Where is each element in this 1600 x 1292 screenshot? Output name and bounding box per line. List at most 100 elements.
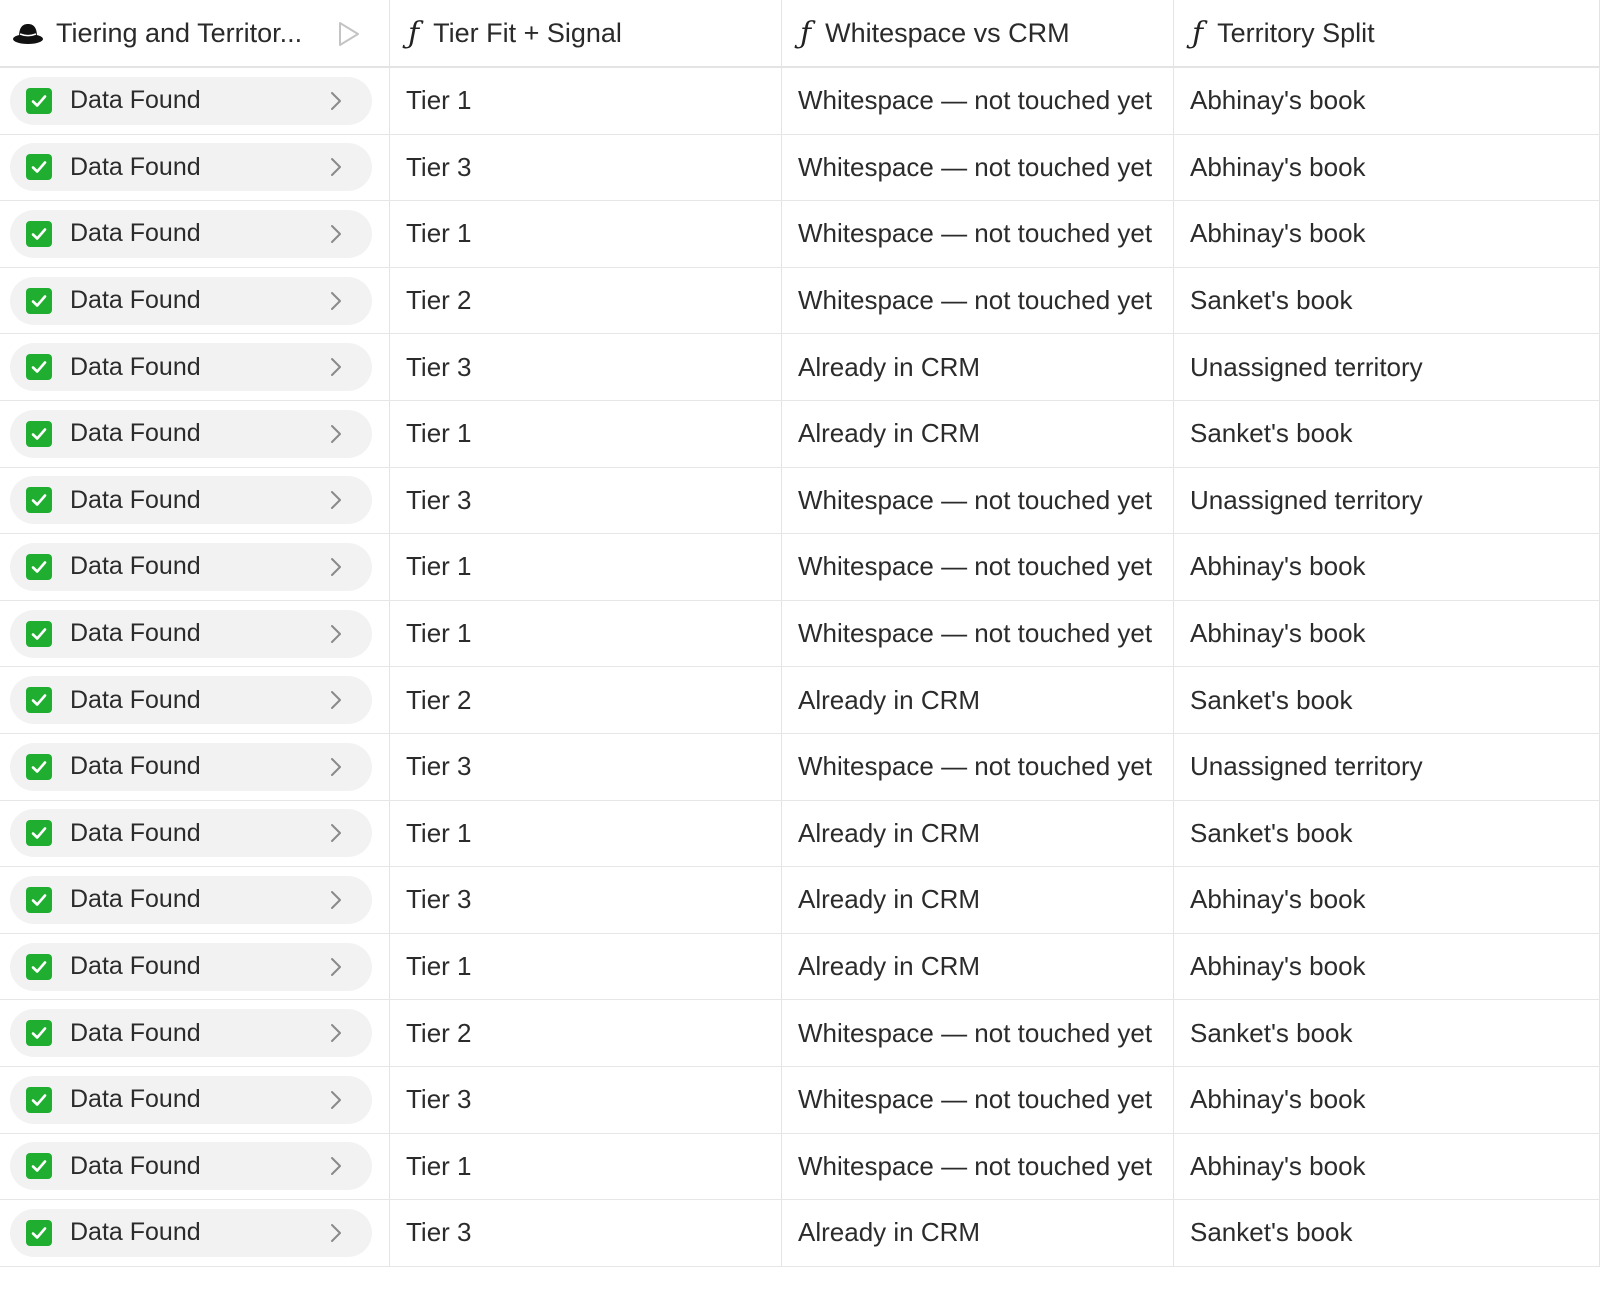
status-pill[interactable]: Data Found [10,676,372,725]
tier-cell[interactable]: Tier 1 [390,800,782,867]
tier-cell[interactable]: Tier 1 [390,933,782,1000]
whitespace-cell[interactable]: Already in CRM [782,867,1174,933]
table-row[interactable]: Data Found Tier 1 Already in CRM Sanket'… [0,400,1600,468]
column-header-whitespace[interactable]: ƒ Whitespace vs CRM [782,0,1174,66]
territory-cell[interactable]: Sanket's book [1174,400,1600,467]
status-label: Data Found [70,286,201,315]
status-pill[interactable]: Data Found [10,942,372,991]
territory-cell[interactable]: Abhinay's book [1174,134,1600,201]
tier-cell[interactable]: Tier 1 [390,201,782,267]
territory-cell[interactable]: Sanket's book [1174,800,1600,867]
status-pill[interactable]: Data Found [10,542,372,591]
tier-cell[interactable]: Tier 3 [390,733,782,800]
table-row[interactable]: Data Found Tier 3 Whitespace — not touch… [0,1066,1600,1134]
play-icon[interactable] [337,20,361,48]
whitespace-cell[interactable]: Whitespace — not touched yet [782,1000,1174,1066]
tier-cell[interactable]: Tier 1 [390,1133,782,1200]
table-row[interactable]: Data Found Tier 1 Whitespace — not touch… [0,600,1600,668]
chevron-right-icon [331,291,341,310]
tier-cell[interactable]: Tier 1 [390,68,782,134]
table-row[interactable]: Data Found Tier 3 Already in CRM Abhinay… [0,867,1600,934]
status-pill[interactable]: Data Found [10,1208,372,1257]
territory-cell[interactable]: Unassigned territory [1174,467,1600,534]
whitespace-cell[interactable]: Whitespace — not touched yet [782,600,1174,667]
whitespace-cell[interactable]: Already in CRM [782,334,1174,400]
whitespace-cell[interactable]: Whitespace — not touched yet [782,733,1174,800]
column-header-territory[interactable]: ƒ Territory Split [1174,0,1600,66]
table-row[interactable]: Data Found Tier 3 Already in CRM Sanket'… [0,1200,1600,1267]
table-row[interactable]: Data Found Tier 2 Already in CRM Sanket'… [0,667,1600,734]
whitespace-cell[interactable]: Already in CRM [782,800,1174,867]
tier-cell[interactable]: Tier 1 [390,400,782,467]
tier-cell[interactable]: Tier 1 [390,534,782,600]
table-row[interactable]: Data Found Tier 3 Whitespace — not touch… [0,134,1600,202]
territory-cell[interactable]: Abhinay's book [1174,1066,1600,1133]
territory-cell[interactable]: Abhinay's book [1174,201,1600,267]
tier-cell[interactable]: Tier 3 [390,134,782,201]
status-pill[interactable]: Data Found [10,276,372,325]
status-label: Data Found [70,818,201,847]
table-row[interactable]: Data Found Tier 1 Whitespace — not touch… [0,201,1600,268]
status-pill[interactable]: Data Found [10,875,372,924]
whitespace-cell[interactable]: Already in CRM [782,400,1174,467]
status-pill[interactable]: Data Found [10,343,372,392]
status-pill[interactable]: Data Found [10,143,372,192]
table-row[interactable]: Data Found Tier 3 Whitespace — not touch… [0,467,1600,535]
table-row[interactable]: Data Found Tier 2 Whitespace — not touch… [0,267,1600,335]
territory-cell[interactable]: Abhinay's book [1174,68,1600,134]
territory-cell[interactable]: Abhinay's book [1174,600,1600,667]
status-pill[interactable]: Data Found [10,809,372,858]
table-row[interactable]: Data Found Tier 1 Already in CRM Abhinay… [0,933,1600,1001]
territory-cell[interactable]: Abhinay's book [1174,534,1600,600]
whitespace-cell[interactable]: Already in CRM [782,667,1174,733]
territory-cell[interactable]: Abhinay's book [1174,867,1600,933]
whitespace-cell[interactable]: Whitespace — not touched yet [782,534,1174,600]
status-pill[interactable]: Data Found [10,76,372,125]
status-pill[interactable]: Data Found [10,476,372,525]
chevron-right-icon [331,491,341,510]
whitespace-cell[interactable]: Already in CRM [782,1200,1174,1266]
tier-cell[interactable]: Tier 1 [390,600,782,667]
table-row[interactable]: Data Found Tier 3 Already in CRM Unassig… [0,334,1600,401]
territory-cell[interactable]: Sanket's book [1174,1200,1600,1266]
whitespace-cell[interactable]: Whitespace — not touched yet [782,68,1174,134]
table-row[interactable]: Data Found Tier 1 Whitespace — not touch… [0,68,1600,135]
territory-cell[interactable]: Abhinay's book [1174,1133,1600,1200]
status-pill[interactable]: Data Found [10,209,372,258]
table-row[interactable]: Data Found Tier 1 Already in CRM Sanket'… [0,800,1600,868]
whitespace-cell[interactable]: Whitespace — not touched yet [782,1066,1174,1133]
column-header-tiering[interactable]: Tiering and Territor... [0,0,390,66]
territory-cell[interactable]: Sanket's book [1174,1000,1600,1066]
table-row[interactable]: Data Found Tier 1 Whitespace — not touch… [0,534,1600,601]
territory-cell[interactable]: Unassigned territory [1174,334,1600,400]
status-pill[interactable]: Data Found [10,742,372,791]
table-row[interactable]: Data Found Tier 3 Whitespace — not touch… [0,733,1600,801]
whitespace-cell[interactable]: Whitespace — not touched yet [782,134,1174,201]
table-row[interactable]: Data Found Tier 2 Whitespace — not touch… [0,1000,1600,1067]
whitespace-cell[interactable]: Whitespace — not touched yet [782,201,1174,267]
status-pill[interactable]: Data Found [10,1142,372,1191]
tier-cell[interactable]: Tier 3 [390,867,782,933]
whitespace-cell[interactable]: Whitespace — not touched yet [782,267,1174,334]
territory-cell[interactable]: Sanket's book [1174,667,1600,733]
territory-cell[interactable]: Unassigned territory [1174,733,1600,800]
whitespace-cell[interactable]: Whitespace — not touched yet [782,467,1174,534]
tier-cell[interactable]: Tier 2 [390,1000,782,1066]
tier-cell[interactable]: Tier 3 [390,334,782,400]
tier-cell[interactable]: Tier 3 [390,467,782,534]
status-pill[interactable]: Data Found [10,1009,372,1058]
territory-cell[interactable]: Abhinay's book [1174,933,1600,1000]
status-pill[interactable]: Data Found [10,1075,372,1124]
tier-cell[interactable]: Tier 3 [390,1066,782,1133]
column-header-tier-fit[interactable]: ƒ Tier Fit + Signal [390,0,782,66]
status-pill[interactable]: Data Found [10,609,372,658]
territory-cell[interactable]: Sanket's book [1174,267,1600,334]
status-cell: Data Found [0,68,390,134]
tier-cell[interactable]: Tier 2 [390,267,782,334]
status-pill[interactable]: Data Found [10,409,372,458]
whitespace-cell[interactable]: Whitespace — not touched yet [782,1133,1174,1200]
table-row[interactable]: Data Found Tier 1 Whitespace — not touch… [0,1133,1600,1201]
tier-cell[interactable]: Tier 2 [390,667,782,733]
tier-cell[interactable]: Tier 3 [390,1200,782,1266]
whitespace-cell[interactable]: Already in CRM [782,933,1174,1000]
